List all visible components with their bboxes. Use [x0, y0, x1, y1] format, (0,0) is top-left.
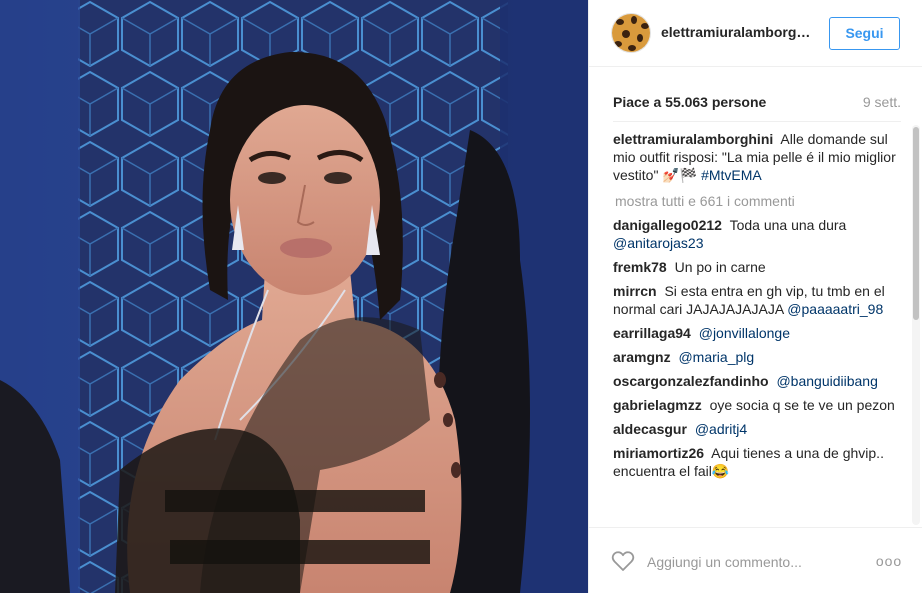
- heart-icon[interactable]: [611, 550, 635, 572]
- comment-text: Toda una una dura: [729, 217, 847, 233]
- follow-button[interactable]: Segui: [829, 17, 900, 50]
- comment-mention[interactable]: @anitarojas23: [613, 235, 704, 251]
- post-author-username[interactable]: elettramiuralamborg…: [661, 24, 821, 40]
- comment-mention[interactable]: @paaaaatri_98: [787, 301, 883, 317]
- comment-author[interactable]: aldecasgur: [613, 421, 687, 437]
- list-item: earrillaga94 @jonvillalonge: [613, 324, 903, 342]
- comment-author[interactable]: miriamortiz26: [613, 445, 704, 461]
- comment-author[interactable]: oscargonzalezfandinho: [613, 373, 769, 389]
- likes-count[interactable]: Piace a 55.063 persone: [613, 94, 766, 110]
- comment-mention[interactable]: @banguidiibang: [776, 373, 877, 389]
- add-comment-input[interactable]: [647, 552, 867, 572]
- comment-mention[interactable]: @jonvillalonge: [699, 325, 790, 341]
- post-photo-image: [0, 0, 588, 593]
- post-timestamp[interactable]: 9 sett.: [863, 94, 901, 110]
- list-item: oscargonzalezfandinho @banguidiibang: [613, 372, 903, 390]
- comment-author[interactable]: gabrielagmzz: [613, 397, 702, 413]
- comment-author[interactable]: fremk78: [613, 259, 667, 275]
- comment-author[interactable]: danigallego0212: [613, 217, 722, 233]
- divider: [613, 121, 901, 122]
- comment-author[interactable]: aramgnz: [613, 349, 671, 365]
- post-photo[interactable]: [0, 0, 588, 593]
- comment-text: Un po in carne: [674, 259, 766, 275]
- load-more-comments-link[interactable]: mostra tutti e 661 i commenti: [615, 192, 903, 210]
- caption-hashtag[interactable]: #MtvEMA: [701, 167, 762, 183]
- comments-scrollbar[interactable]: [912, 125, 920, 525]
- post-sidebar: elettramiuralamborg… Segui Piace a 55.06…: [588, 0, 922, 593]
- list-item: miriamortiz26 Aqui tienes a una de ghvip…: [613, 444, 903, 480]
- post-caption: elettramiuralamborghini Alle domande sul…: [613, 130, 903, 184]
- ellipsis-icon[interactable]: ooo: [875, 550, 903, 572]
- list-item: mirrcn Si esta entra en gh vip, tu tmb e…: [613, 282, 903, 318]
- likes-row: Piace a 55.063 persone 9 sett.: [613, 94, 901, 112]
- leopard-print-avatar-icon: [612, 14, 650, 52]
- avatar[interactable]: [611, 13, 651, 53]
- scrollbar-thumb[interactable]: [913, 127, 919, 320]
- list-item: fremk78 Un po in carne: [613, 258, 903, 276]
- comment-mention[interactable]: @maria_plg: [678, 349, 754, 365]
- list-item: gabrielagmzz oye socia q se te ve un pez…: [613, 396, 903, 414]
- list-item: aldecasgur @adritj4: [613, 420, 903, 438]
- list-item: aramgnz @maria_plg: [613, 348, 903, 366]
- caption-author[interactable]: elettramiuralamborghini: [613, 131, 773, 147]
- post-header: elettramiuralamborg… Segui: [589, 0, 922, 67]
- comment-author[interactable]: earrillaga94: [613, 325, 691, 341]
- post-footer: ooo: [589, 527, 922, 593]
- comment-author[interactable]: mirrcn: [613, 283, 657, 299]
- comments-list: elettramiuralamborghini Alle domande sul…: [613, 130, 903, 527]
- comment-mention[interactable]: @adritj4: [695, 421, 747, 437]
- list-item: danigallego0212 Toda una una dura @anita…: [613, 216, 903, 252]
- comment-text: oye socia q se te ve un pezon: [709, 397, 895, 413]
